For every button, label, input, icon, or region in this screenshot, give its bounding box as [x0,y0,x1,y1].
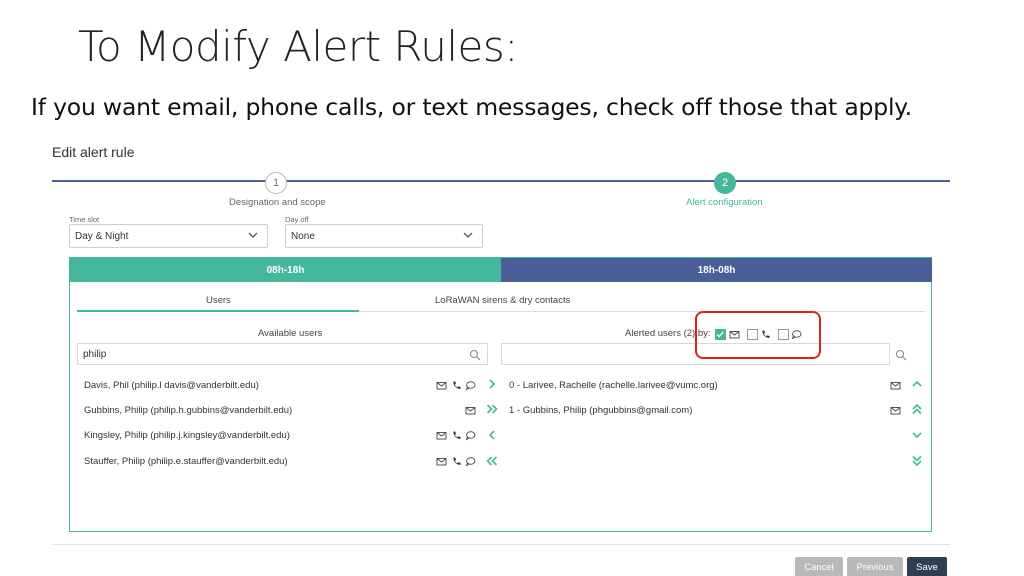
step-1-circle[interactable]: 1 [265,172,287,194]
available-search-value: philip [83,348,107,360]
save-button[interactable]: Save [907,557,947,576]
alert-panel: 08h-18h 18h-08h Users LoRaWAN sirens & d… [69,257,932,532]
previous-button[interactable]: Previous [847,557,903,576]
checkbox-highlight-annotation [695,311,821,359]
slide-title: To Modify Alert Rules: [78,22,518,71]
available-users-header: Available users [258,328,323,339]
available-user-name: Stauffer, Philip (philip.e.stauffer@vand… [84,456,288,467]
email-icon [465,407,476,415]
alerted-user-name: 1 - Gubbins, Philip (phgubbins@gmail.com… [509,405,693,416]
chevron-down-icon [248,232,258,238]
move-up-icon[interactable] [911,378,923,390]
phone-icon [453,457,461,465]
time-slot-select[interactable]: Day & Night [69,224,268,248]
available-user-name: Gubbins, Philip (philip.h.gubbins@vander… [84,405,293,416]
subtab-users[interactable]: Users [206,295,231,306]
subtab-active-underline [77,310,359,312]
footer-divider [52,544,950,545]
day-off-select[interactable]: None [285,224,483,248]
tab-18h-08h[interactable]: 18h-08h [501,258,932,282]
available-user-name: Davis, Phil (philip.l davis@vanderbilt.e… [84,380,259,391]
step-2-label: Alert configuration [686,197,763,208]
page-heading: Edit alert rule [52,144,135,160]
move-down-icon[interactable] [911,429,923,441]
email-icon [436,382,447,390]
email-icon [436,432,447,440]
step-1-label: Designation and scope [229,197,326,208]
search-icon[interactable] [469,349,481,361]
move-left-icon[interactable] [486,429,498,441]
time-slot-value: Day & Night [75,230,129,242]
alerted-user-name: 0 - Larivee, Rachelle (rachelle.larivee@… [509,380,718,391]
email-icon [436,458,447,466]
move-top-icon[interactable] [911,403,923,415]
speech-bubble-icon [465,381,476,391]
speech-bubble-icon [465,457,476,467]
move-all-right-icon[interactable] [486,403,498,415]
slide-subtitle: If you want email, phone calls, or text … [31,93,912,121]
move-bottom-icon[interactable] [911,455,923,467]
stepper-line [52,180,950,182]
day-off-label: Day off [285,215,309,224]
subtab-lorawan[interactable]: LoRaWAN sirens & dry contacts [435,295,570,306]
speech-bubble-icon [465,431,476,441]
phone-icon [453,431,461,439]
available-search-input[interactable]: philip [77,343,488,365]
tab-08h-18h[interactable]: 08h-18h [70,258,501,282]
move-all-left-icon[interactable] [486,455,498,467]
cancel-button[interactable]: Cancel [795,557,843,576]
chevron-down-icon [463,232,473,238]
day-off-value: None [291,230,315,242]
move-right-icon[interactable] [486,378,498,390]
email-icon [890,407,901,415]
phone-icon [453,381,461,389]
email-icon [890,382,901,390]
subtab-divider [359,311,925,312]
search-icon[interactable] [895,349,907,361]
available-user-name: Kingsley, Philip (philip.j.kingsley@vand… [84,430,290,441]
time-slot-label: Time slot [69,215,100,224]
step-2-circle[interactable]: 2 [714,172,736,194]
